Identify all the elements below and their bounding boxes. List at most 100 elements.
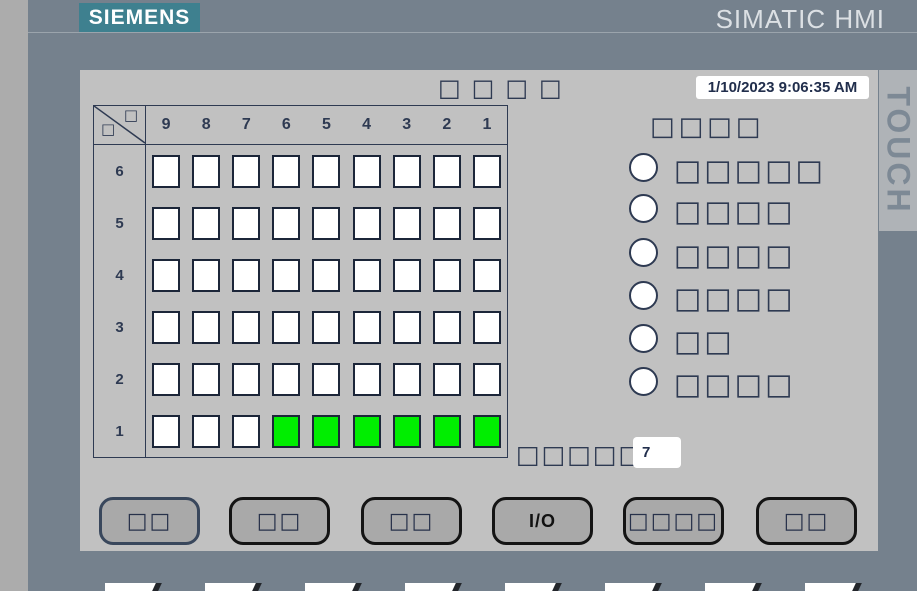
indicator-lamp-3 (629, 238, 658, 267)
grid-cell-r1-c4-on[interactable] (353, 415, 381, 448)
grid-cell-slot (146, 353, 186, 405)
corner-glyph-top: □ (124, 108, 138, 123)
grid-cell-r6-c4-off[interactable] (353, 155, 381, 188)
grid-cell-r3-c9-off[interactable] (152, 311, 180, 344)
grid-cell-r2-c7-off[interactable] (232, 363, 260, 396)
grid-cell-r4-c7-off[interactable] (232, 259, 260, 292)
grid-cell-r4-c4-off[interactable] (353, 259, 381, 292)
grid-cell-slot (306, 197, 346, 249)
grid-cell-slot (266, 353, 306, 405)
grid-cell-row-1 (146, 405, 507, 457)
grid-cell-slot (266, 405, 306, 457)
grid-cell-r2-c5-off[interactable] (312, 363, 340, 396)
indicator-lamp-5 (629, 324, 658, 353)
grid-cell-slot (387, 405, 427, 457)
grid-cell-r1-c8-off[interactable] (192, 415, 220, 448)
grid-cell-r1-c3-on[interactable] (393, 415, 421, 448)
indicators-title: □□□□ (650, 112, 764, 142)
main-panel: □□□□ 1/10/2023 9:06:35 AM □ □ 987654321 … (80, 70, 878, 551)
grid-cell-r5-c3-off[interactable] (393, 207, 421, 240)
panel-button-5[interactable]: □□□□ (623, 497, 724, 545)
grid-cell-r1-c7-off[interactable] (232, 415, 260, 448)
grid-cell-r3-c4-off[interactable] (353, 311, 381, 344)
function-key-4[interactable] (405, 583, 458, 591)
grid-cell-r6-c2-off[interactable] (433, 155, 461, 188)
grid-cell-r2-c8-off[interactable] (192, 363, 220, 396)
grid-cell-slot (347, 301, 387, 353)
grid-cell-r2-c1-off[interactable] (473, 363, 501, 396)
function-key-1[interactable] (105, 583, 158, 591)
grid-cell-r4-c1-off[interactable] (473, 259, 501, 292)
grid-cell-r3-c2-off[interactable] (433, 311, 461, 344)
grid-cell-r5-c1-off[interactable] (473, 207, 501, 240)
panel-button-3[interactable]: □□ (361, 497, 462, 545)
grid-cell-r2-c9-off[interactable] (152, 363, 180, 396)
grid-cell-r2-c4-off[interactable] (353, 363, 381, 396)
grid-cell-slot (467, 145, 507, 197)
grid-cell-r4-c6-off[interactable] (272, 259, 300, 292)
key-shadow (552, 583, 562, 591)
grid-cell-r5-c9-off[interactable] (152, 207, 180, 240)
grid-cell-r2-c2-off[interactable] (433, 363, 461, 396)
grid-cell-r4-c8-off[interactable] (192, 259, 220, 292)
indicator-label-1: □□□□□ (674, 156, 826, 185)
grid-cell-slot (186, 145, 226, 197)
grid-cell-slot (347, 353, 387, 405)
function-key-8[interactable] (805, 583, 858, 591)
grid-col-header-5: 5 (306, 106, 346, 144)
grid-cell-r1-c2-on[interactable] (433, 415, 461, 448)
panel-button-2[interactable]: □□ (229, 497, 330, 545)
grid-cell-r4-c9-off[interactable] (152, 259, 180, 292)
hmi-screen: SIEMENS SIMATIC HMI TOUCH □□□□ 1/10/2023… (0, 0, 917, 591)
grid-cell-r6-c1-off[interactable] (473, 155, 501, 188)
grid-cell-r5-c8-off[interactable] (192, 207, 220, 240)
grid-cell-r3-c1-off[interactable] (473, 311, 501, 344)
grid-cell-r5-c4-off[interactable] (353, 207, 381, 240)
grid-cell-r3-c8-off[interactable] (192, 311, 220, 344)
datetime-display: 1/10/2023 9:06:35 AM (696, 76, 869, 99)
panel-button-1[interactable]: □□ (99, 497, 200, 545)
button-label: □□□□ (628, 509, 719, 534)
function-key-2[interactable] (205, 583, 258, 591)
counter-value-field[interactable]: 7 (633, 437, 681, 468)
function-key-7[interactable] (705, 583, 758, 591)
grid-cell-r3-c3-off[interactable] (393, 311, 421, 344)
grid-cell-slot (427, 301, 467, 353)
panel-button-6[interactable]: □□ (756, 497, 857, 545)
grid-col-header-7: 7 (226, 106, 266, 144)
grid-cell-r5-c2-off[interactable] (433, 207, 461, 240)
grid-cell-r2-c3-off[interactable] (393, 363, 421, 396)
grid-cell-r4-c5-off[interactable] (312, 259, 340, 292)
grid-cell-r1-c6-on[interactable] (272, 415, 300, 448)
grid-cell-r6-c3-off[interactable] (393, 155, 421, 188)
grid-cell-r4-c3-off[interactable] (393, 259, 421, 292)
grid-cell-r6-c9-off[interactable] (152, 155, 180, 188)
grid-col-header-2: 2 (427, 106, 467, 144)
function-key-6[interactable] (605, 583, 658, 591)
grid-cell-r1-c1-on[interactable] (473, 415, 501, 448)
grid-cell-slot (226, 145, 266, 197)
function-key-5[interactable] (505, 583, 558, 591)
grid-cell-row-5 (146, 197, 507, 249)
grid-cell-r2-c6-off[interactable] (272, 363, 300, 396)
grid-cell-r5-c7-off[interactable] (232, 207, 260, 240)
grid-cell-r1-c5-on[interactable] (312, 415, 340, 448)
function-key-3[interactable] (305, 583, 358, 591)
grid-cell-r6-c6-off[interactable] (272, 155, 300, 188)
grid-cell-r5-c6-off[interactable] (272, 207, 300, 240)
grid-cell-r5-c5-off[interactable] (312, 207, 340, 240)
grid-cell-r3-c6-off[interactable] (272, 311, 300, 344)
grid-cell-r6-c8-off[interactable] (192, 155, 220, 188)
key-shadow (352, 583, 362, 591)
grid-cell-r6-c5-off[interactable] (312, 155, 340, 188)
grid-cell-r3-c7-off[interactable] (232, 311, 260, 344)
grid-cell-r4-c2-off[interactable] (433, 259, 461, 292)
grid-cell-slot (427, 145, 467, 197)
io-button[interactable]: I/O (492, 497, 593, 545)
grid-cell-r1-c9-off[interactable] (152, 415, 180, 448)
grid-cell-r3-c5-off[interactable] (312, 311, 340, 344)
grid-cell-slot (427, 197, 467, 249)
grid-cell-row-2 (146, 353, 507, 405)
grid-cell-row-4 (146, 249, 507, 301)
grid-cell-r6-c7-off[interactable] (232, 155, 260, 188)
